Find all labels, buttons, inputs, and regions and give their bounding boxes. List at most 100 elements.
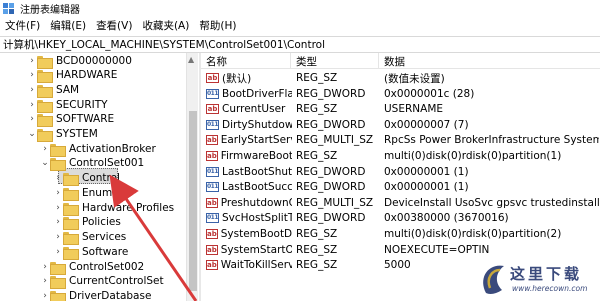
folder-icon: [37, 55, 53, 69]
chevron-right-icon[interactable]: ›: [53, 170, 63, 186]
value-type: REG_MULTI_SZ: [296, 134, 374, 147]
value-name: PreshutdownO...: [220, 196, 292, 209]
value-row[interactable]: abEarlyStartServi... REG_MULTI_SZ RpcSs Po…: [201, 132, 600, 148]
menu-view[interactable]: 查看(V): [91, 18, 137, 33]
chevron-right-icon[interactable]: ›: [27, 82, 37, 98]
address-bar[interactable]: 计算机\HKEY_LOCAL_MACHINE\SYSTEM\ControlSet…: [0, 36, 600, 53]
folder-icon: [37, 99, 53, 113]
folder-icon: [63, 187, 79, 201]
value-data: (数值未设置): [384, 72, 445, 85]
value-data: NOEXECUTE=OPTIN: [384, 243, 490, 256]
tree-item[interactable]: › SOFTWARE: [27, 111, 114, 127]
value-type: REG_DWORD: [296, 87, 366, 100]
value-row[interactable]: abFirmwareBoot... REG_SZ multi(0)disk(0)rd…: [201, 148, 600, 164]
folder-icon: [63, 172, 79, 186]
value-name-cell: 011DirtyShutdown...: [206, 117, 292, 133]
value-data: 0x00000001 (1): [384, 181, 469, 194]
value-name: SystemBootDe...: [220, 228, 292, 240]
value-row[interactable]: abPreshutdownO... REG_MULTI_SZ DeviceInsta…: [201, 195, 600, 211]
value-row[interactable]: 011LastBootSucce... REG_DWORD 0x00000001 (…: [201, 179, 600, 195]
tree-item[interactable]: › Services: [53, 229, 126, 245]
regedit-app-icon: [3, 2, 15, 15]
value-data: 0x00000007 (7): [384, 118, 469, 131]
tree-item[interactable]: ⌄ ControlSet001: [40, 155, 144, 171]
address-path: 计算机\HKEY_LOCAL_MACHINE\SYSTEM\ControlSet…: [3, 39, 325, 51]
chevron-right-icon[interactable]: ›: [27, 111, 37, 127]
value-row[interactable]: ab CurrentUser REG_SZ USERNAME: [201, 101, 600, 117]
chevron-right-icon[interactable]: ›: [53, 185, 63, 201]
value-name-cell: 011LastBootSucce...: [206, 179, 292, 195]
value-type: REG_SZ: [296, 150, 338, 162]
column-header-data[interactable]: 数据: [379, 53, 600, 69]
chevron-right-icon[interactable]: ›: [53, 244, 63, 260]
folder-icon: [50, 290, 66, 301]
tree-item-label: Hardware Profiles: [82, 202, 175, 214]
value-name-cell: ab CurrentUser: [206, 101, 292, 117]
value-name: LastBootShutd...: [222, 165, 292, 178]
chevron-right-icon[interactable]: ›: [53, 229, 63, 245]
tree-item-label: SECURITY: [56, 99, 108, 111]
binary-value-icon: 011: [206, 88, 219, 99]
scrollbar-thumb[interactable]: [189, 111, 197, 291]
value-type: REG_DWORD: [296, 181, 366, 194]
value-name-cell: 011SvcHostSplitTh...: [206, 210, 292, 226]
column-header-name[interactable]: 名称: [201, 53, 291, 69]
value-type: REG_DWORD: [296, 212, 366, 225]
value-type: REG_SZ: [296, 103, 338, 116]
value-name-cell: 011BootDriverFlags: [206, 86, 292, 102]
chevron-right-icon[interactable]: ›: [27, 67, 37, 83]
string-value-icon: ab: [206, 104, 219, 115]
tree-item[interactable]: › CurrentControlSet: [40, 273, 164, 289]
value-row[interactable]: abSystemStartOp... REG_SZ NOEXECUTE=OPTIN: [201, 242, 600, 258]
column-header-type[interactable]: 类型: [291, 53, 379, 69]
tree-item-label: DriverDatabase: [69, 290, 152, 301]
value-data: 0x0000001c (28): [384, 87, 475, 100]
value-name: CurrentUser: [222, 103, 286, 116]
value-type: REG_MULTI_SZ: [296, 196, 374, 209]
chevron-right-icon[interactable]: ›: [53, 214, 63, 230]
value-row[interactable]: 011SvcHostSplitTh... REG_DWORD 0x00380000 …: [201, 210, 600, 226]
value-type: REG_DWORD: [296, 165, 366, 178]
folder-icon: [37, 113, 53, 127]
value-name-cell: abEarlyStartServi...: [206, 132, 292, 148]
tree-item[interactable]: › DriverDatabase: [40, 288, 151, 301]
string-value-icon: ab: [206, 151, 218, 161]
chevron-right-icon[interactable]: ›: [40, 288, 50, 301]
tree-item[interactable]: › HARDWARE: [27, 67, 117, 83]
value-row[interactable]: 011DirtyShutdown... REG_DWORD 0x00000007 (…: [201, 117, 600, 133]
tree-item-label: ControlSet001: [69, 157, 145, 169]
tree-item[interactable]: › Enum: [53, 185, 112, 201]
value-name-cell: abPreshutdownO...: [206, 195, 292, 211]
value-type: REG_DWORD: [296, 118, 366, 131]
tree-item-label: CurrentControlSet: [69, 275, 164, 287]
menu-favorites[interactable]: 收藏夹(A): [137, 18, 194, 33]
value-row[interactable]: ab (默认) REG_SZ (数值未设置): [201, 70, 600, 86]
binary-value-icon: 011: [206, 213, 219, 224]
menu-edit[interactable]: 编辑(E): [45, 18, 91, 33]
menu-help[interactable]: 帮助(H): [194, 18, 241, 33]
string-value-icon: ab: [206, 260, 218, 271]
value-row[interactable]: abSystemBootDe... REG_SZ multi(0)disk(0)rd…: [201, 226, 600, 242]
value-row[interactable]: 011BootDriverFlags REG_DWORD 0x0000001c (2…: [201, 86, 600, 102]
chevron-down-icon[interactable]: ⌄: [40, 155, 50, 171]
tree-item[interactable]: › Policies: [53, 214, 121, 230]
menu-file[interactable]: 文件(F): [0, 18, 45, 33]
tree-item-label: Services: [82, 231, 127, 243]
tree-item-label: SOFTWARE: [56, 113, 115, 125]
tree-item-label: ControlSet002: [69, 261, 145, 273]
value-data: 0x00000001 (1): [384, 165, 469, 178]
tree-item[interactable]: › Software: [53, 244, 128, 260]
string-value-icon: ab: [206, 244, 218, 255]
folder-icon: [63, 246, 79, 260]
tree-item-label: Policies: [82, 216, 121, 228]
tree-item[interactable]: ⌄ SYSTEM: [27, 126, 98, 142]
tree-item-label: SYSTEM: [56, 128, 98, 140]
tree-item-selected[interactable]: › Control: [53, 170, 120, 186]
title-bar: 注册表编辑器: [0, 0, 600, 17]
tree-scrollbar[interactable]: ▲: [186, 53, 198, 301]
chevron-right-icon[interactable]: ›: [40, 273, 50, 289]
tree-item[interactable]: › SAM: [27, 82, 79, 98]
scroll-up-icon[interactable]: ▲: [188, 55, 194, 64]
value-row[interactable]: 011LastBootShutd... REG_DWORD 0x00000001 (…: [201, 164, 600, 180]
chevron-down-icon[interactable]: ⌄: [27, 126, 37, 142]
